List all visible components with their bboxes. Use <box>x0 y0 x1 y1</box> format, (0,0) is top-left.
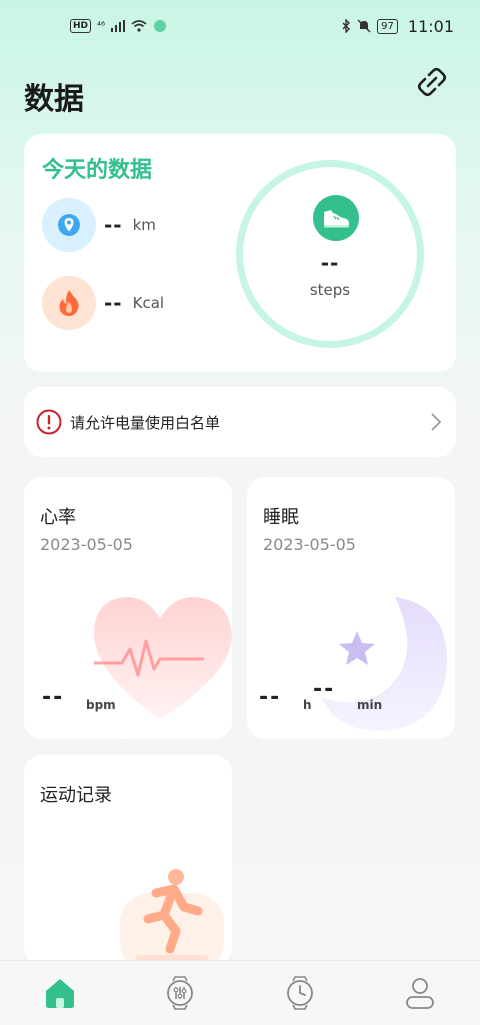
today-title: 今天的数据 <box>42 158 153 183</box>
moon-illustration <box>321 597 448 731</box>
steps-unit: steps <box>309 281 351 299</box>
watch-settings-icon <box>167 976 193 1010</box>
watch-icon <box>287 976 313 1010</box>
bluetooth-icon <box>342 19 351 33</box>
heart-rate-title: 心率 <box>40 507 76 528</box>
distance-badge <box>42 198 96 252</box>
heart-rate-unit: bpm <box>86 698 116 712</box>
today-data-card[interactable]: 今天的数据 -- km -- Kcal -- steps <box>24 134 456 372</box>
location-pin-icon <box>58 214 80 236</box>
bottom-tab-bar <box>0 960 480 1025</box>
steps-ring: -- steps <box>236 160 424 348</box>
sleep-hours-value: -- <box>259 685 282 710</box>
clock: 11:01 <box>407 16 454 36</box>
distance-unit: km <box>132 216 156 234</box>
sleep-date: 2023-05-05 <box>263 535 356 554</box>
whitelist-text: 请允许电量使用白名单 <box>70 413 221 432</box>
sleep-card[interactable]: 睡眠 2023-05-05 -- h -- min <box>247 477 455 739</box>
mute-icon <box>357 19 371 33</box>
sneaker-icon <box>324 210 349 228</box>
heart-rate-date: 2023-05-05 <box>40 535 133 554</box>
flame-icon <box>59 290 79 316</box>
unlink-device-icon[interactable] <box>416 66 448 98</box>
signal-icon <box>111 20 126 32</box>
sleep-title: 睡眠 <box>263 507 299 528</box>
calories-unit: Kcal <box>132 294 165 312</box>
page-title: 数据 <box>24 82 84 117</box>
tab-watch[interactable] <box>276 969 324 1017</box>
distance-row: -- km <box>42 198 156 252</box>
battery-indicator: 97 <box>377 18 398 34</box>
network-type: ⁴⁶ <box>97 20 106 32</box>
status-left: HD ⁴⁶ <box>70 19 167 33</box>
tab-profile[interactable] <box>396 969 444 1017</box>
steps-badge <box>313 195 359 241</box>
profile-icon <box>406 978 434 1009</box>
tab-home[interactable] <box>36 969 84 1017</box>
alert-icon <box>36 409 62 435</box>
status-bar: HD ⁴⁶ 97 11:01 <box>0 0 480 52</box>
distance-value: -- <box>104 213 123 237</box>
calories-badge <box>42 276 96 330</box>
sport-title: 运动记录 <box>40 785 112 806</box>
calories-value: -- <box>104 291 123 315</box>
status-right: 97 11:01 <box>341 17 454 36</box>
chevron-right-icon <box>431 413 442 431</box>
calories-row: -- Kcal <box>42 276 164 330</box>
heart-rate-value: -- <box>42 685 65 710</box>
tab-device-settings[interactable] <box>156 969 204 1017</box>
sport-record-card[interactable]: 运动记录 <box>24 755 232 965</box>
wifi-icon <box>131 20 147 32</box>
home-icon <box>46 979 74 1008</box>
steps-value: -- <box>320 251 340 275</box>
app-notification-icon <box>154 20 167 32</box>
sleep-minutes-value: -- <box>313 677 336 702</box>
runner-illustration <box>120 869 224 965</box>
heart-rate-card[interactable]: 心率 2023-05-05 -- bpm <box>24 477 232 739</box>
sleep-minutes-unit: min <box>357 698 383 712</box>
battery-whitelist-notice[interactable]: 请允许电量使用白名单 <box>24 387 456 457</box>
hd-badge: HD <box>70 19 92 33</box>
sleep-hours-unit: h <box>303 698 312 712</box>
